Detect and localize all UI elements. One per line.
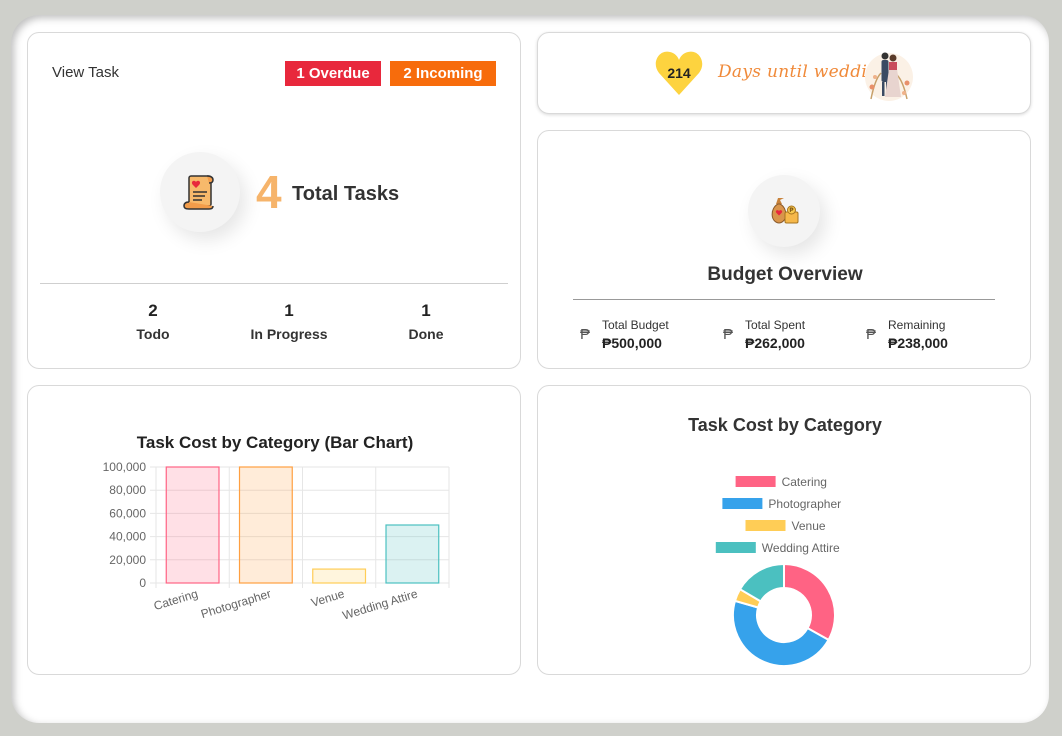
stat-in-progress: 1 In Progress xyxy=(229,301,349,342)
stat-done-label: Done xyxy=(408,326,444,342)
stat-in-progress-value: 1 xyxy=(284,301,294,320)
legend-label[interactable]: Venue xyxy=(792,519,826,533)
y-tick-label: 80,000 xyxy=(109,483,146,497)
legend-swatch xyxy=(722,498,763,509)
task-summary-card: View Task 1 Overdue 2 Incoming 4 Total T… xyxy=(27,32,521,369)
stat-in-progress-label: In Progress xyxy=(250,326,328,342)
legend-label[interactable]: Catering xyxy=(782,475,827,489)
couple-illustration xyxy=(865,52,913,101)
total-budget-label: Total Budget xyxy=(602,318,669,332)
x-tick-label: Venue xyxy=(309,586,346,609)
stat-todo-label: Todo xyxy=(136,326,170,342)
budget-overview-card: ₱ Budget Overview ₱ Total Budget ₱500,00… xyxy=(537,130,1031,369)
donut-chart: Catering Photographer Venue Wedding Attire xyxy=(715,475,841,667)
stat-done-value: 1 xyxy=(421,301,431,320)
task-divider xyxy=(40,283,508,284)
view-task-link[interactable]: View Task xyxy=(52,64,119,81)
donut-chart-card: Task Cost by Category Catering Photograph… xyxy=(537,385,1031,675)
budget-icon-circle: ₱ xyxy=(748,175,820,247)
bar-catering[interactable] xyxy=(165,466,220,584)
y-tick-label: 20,000 xyxy=(109,553,146,567)
total-spent-value: ₱262,000 xyxy=(745,335,805,351)
bar-chart-card: Task Cost by Category (Bar Chart) 0 20,00… xyxy=(27,385,521,675)
x-tick-label: Catering xyxy=(152,586,199,613)
remaining-label: Remaining xyxy=(888,318,946,332)
y-tick-label: 40,000 xyxy=(109,530,146,544)
legend-label[interactable]: Wedding Attire xyxy=(762,541,840,555)
task-icon-circle xyxy=(160,152,240,232)
bar-venue[interactable] xyxy=(312,568,367,584)
scroll-checklist-icon xyxy=(183,175,214,210)
remaining-value: ₱238,000 xyxy=(888,335,948,351)
money-bag-icon: ₱ xyxy=(771,198,799,224)
total-budget-value: ₱500,000 xyxy=(602,335,662,351)
days-count: 214 xyxy=(667,65,691,81)
svg-text:₱: ₱ xyxy=(789,208,793,214)
x-tick-label: Photographer xyxy=(199,586,273,621)
y-tick-label: 100,000 xyxy=(103,460,147,474)
peso-icon: ₱ xyxy=(866,326,877,343)
budget-divider xyxy=(573,299,995,300)
countdown-card: 214 Days until wedding xyxy=(537,32,1031,114)
overdue-badge[interactable]: 1 Overdue xyxy=(285,61,381,86)
bar-chart: 0 20,000 40,000 60,000 80,000 100,000 Catering… xyxy=(103,460,450,623)
legend-swatch xyxy=(745,520,786,531)
y-tick-label: 0 xyxy=(139,576,146,590)
bar-wedding-attire[interactable] xyxy=(385,524,440,584)
budget-title: Budget Overview xyxy=(707,264,863,285)
peso-icon: ₱ xyxy=(580,326,591,343)
x-tick-label: Wedding Attire xyxy=(341,586,420,622)
total-tasks-count: 4 xyxy=(256,166,282,218)
incoming-badge[interactable]: 2 Incoming xyxy=(390,61,496,86)
legend-label[interactable]: Photographer xyxy=(768,497,841,511)
legend-swatch xyxy=(735,476,776,487)
peso-icon: ₱ xyxy=(723,326,734,343)
stat-done: 1 Done xyxy=(366,301,486,342)
stat-todo-value: 2 xyxy=(148,301,158,320)
y-tick-label: 60,000 xyxy=(109,506,146,520)
total-spent-label: Total Spent xyxy=(745,318,806,332)
total-tasks-label: Total Tasks xyxy=(292,183,400,205)
bar-photographer[interactable] xyxy=(238,466,293,584)
legend-swatch xyxy=(715,542,756,553)
stat-todo: 2 Todo xyxy=(93,301,213,342)
